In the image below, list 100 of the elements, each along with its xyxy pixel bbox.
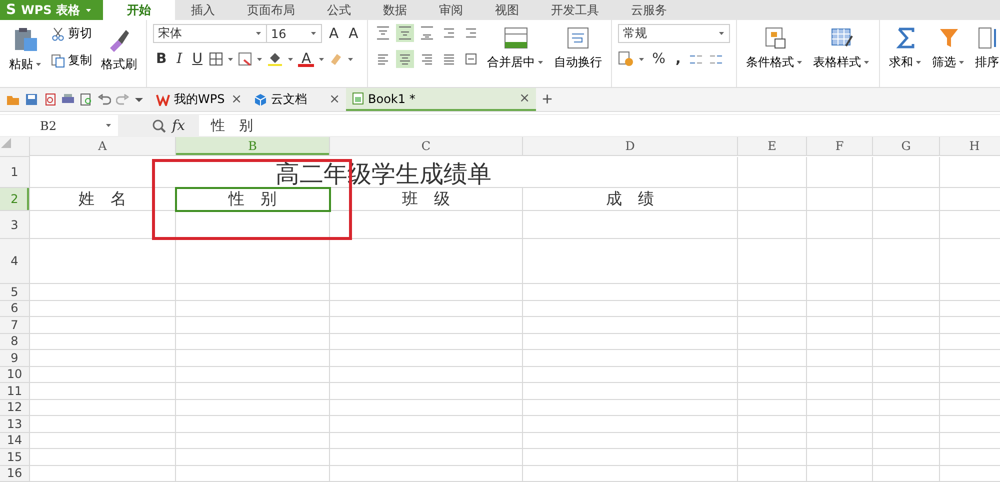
font-name-field[interactable]: 宋体 [153, 24, 267, 43]
sum-button[interactable]: 求和 [886, 24, 926, 73]
conditional-format-button[interactable]: 条件格式 [743, 24, 806, 73]
fill-color-icon[interactable] [267, 52, 284, 66]
undo-icon[interactable] [98, 94, 111, 106]
caret-icon[interactable] [227, 56, 234, 62]
function-button[interactable]: fx [166, 118, 200, 134]
menu-tab[interactable]: 页面布局 [231, 0, 311, 20]
merge-center-button[interactable]: 合并居中 [484, 24, 548, 73]
cell-format-icon[interactable] [238, 52, 252, 66]
currency-icon[interactable] [618, 51, 634, 67]
save-icon[interactable] [25, 93, 38, 106]
caret-icon[interactable] [84, 8, 92, 12]
name-box[interactable]: B2 [0, 115, 118, 136]
caret-icon[interactable] [35, 62, 42, 67]
caret-icon[interactable] [915, 60, 922, 65]
caret-icon[interactable] [718, 31, 726, 36]
bold-button[interactable]: B [153, 51, 170, 67]
empty-cell [873, 400, 940, 416]
format-painter-button[interactable]: 格式刷 [98, 24, 140, 75]
column-header[interactable]: F [807, 137, 873, 156]
menu-tab[interactable]: 插入 [175, 0, 231, 20]
menu-tab[interactable]: 视图 [479, 0, 535, 20]
row-header[interactable]: 9 [0, 350, 30, 366]
italic-button[interactable]: I [174, 51, 186, 67]
caret-icon[interactable] [287, 56, 294, 62]
caret-icon[interactable] [310, 31, 317, 36]
dropdown-icon[interactable] [134, 96, 144, 102]
row-header[interactable]: 16 [0, 466, 30, 482]
column-header[interactable]: A [30, 137, 176, 156]
paste-button[interactable]: 粘贴 [6, 24, 45, 75]
table-cell: 性 别 [176, 188, 330, 211]
row-header[interactable]: 15 [0, 449, 30, 466]
zoom-icon[interactable] [152, 118, 166, 132]
menu-tab[interactable]: 开发工具 [535, 0, 615, 20]
borders-icon[interactable] [209, 52, 224, 66]
caret-icon[interactable] [318, 56, 326, 62]
row-header[interactable]: 12 [0, 400, 30, 416]
increase-font-button[interactable]: A [326, 26, 342, 42]
empty-cell [873, 383, 940, 400]
menu-tab[interactable]: 开始 [103, 0, 175, 20]
new-tab-button[interactable]: + [536, 89, 559, 110]
row-header[interactable]: 14 [0, 432, 30, 449]
row-header[interactable]: 11 [0, 383, 30, 400]
row-header[interactable]: 4 [0, 239, 30, 284]
row-header[interactable]: 5 [0, 284, 30, 300]
percent-button[interactable]: % [649, 51, 668, 67]
caret-icon[interactable] [638, 56, 646, 62]
menu-tab[interactable]: 审阅 [423, 0, 479, 20]
copy-button[interactable]: 复制 [49, 51, 94, 70]
app-menu-button[interactable]: S WPS 表格 [0, 0, 103, 20]
menu-tab[interactable]: 云服务 [615, 0, 683, 20]
row-header[interactable]: 3 [0, 211, 30, 239]
caret-icon[interactable] [537, 60, 544, 65]
export-pdf-icon[interactable] [43, 93, 56, 106]
number-format-field[interactable]: 常规 [618, 24, 730, 43]
print-icon[interactable] [61, 93, 75, 106]
font-size-field[interactable]: 16 [266, 24, 322, 43]
table-cell: 班 级 [330, 188, 523, 211]
cut-button[interactable]: 剪切 [49, 24, 94, 43]
column-header[interactable]: D [523, 137, 738, 156]
cube-icon [254, 93, 267, 106]
caret-icon[interactable] [347, 56, 354, 62]
print-preview-icon[interactable] [80, 93, 93, 106]
formula-field[interactable]: 性 别 [199, 115, 1000, 136]
empty-cell [738, 400, 807, 416]
justify-icon [442, 52, 456, 66]
menu-tab[interactable]: 数据 [367, 0, 423, 20]
column-header[interactable]: H [940, 137, 1000, 156]
thousands-separator-button[interactable]: , [672, 51, 684, 67]
caret-icon[interactable] [863, 60, 870, 65]
font-color-button[interactable]: A [298, 51, 314, 67]
document-tab[interactable]: 云文档 × [248, 88, 346, 111]
row-header[interactable]: 8 [0, 334, 30, 350]
document-tab[interactable]: Book1 * × [346, 88, 536, 111]
row-header[interactable]: 10 [0, 366, 30, 383]
caret-icon[interactable] [796, 60, 804, 65]
caret-icon[interactable] [105, 123, 112, 128]
alignment-button[interactable] [396, 50, 414, 68]
decrease-font-button[interactable]: A [346, 26, 362, 42]
table-style-button[interactable]: 表格样式 [810, 24, 874, 73]
sort-button[interactable]: 排序 [972, 24, 1000, 73]
wrap-text-button[interactable]: 自动换行 [551, 24, 606, 73]
menu-tab[interactable]: 公式 [311, 0, 367, 20]
row-header[interactable]: 1 [0, 157, 30, 188]
alignment-button[interactable] [396, 24, 414, 42]
empty-cell [873, 284, 940, 300]
caret-icon[interactable] [958, 60, 966, 65]
column-header[interactable]: C [330, 137, 523, 156]
row-header[interactable]: 7 [0, 317, 30, 334]
underline-button[interactable]: U [189, 51, 206, 67]
column-header[interactable]: E [738, 137, 807, 156]
row-header[interactable]: 6 [0, 300, 30, 317]
row-header[interactable]: 13 [0, 416, 30, 432]
document-tab[interactable]: 我的WPS × [150, 88, 248, 111]
caret-icon[interactable] [255, 31, 262, 36]
filter-button[interactable]: 筛选 [929, 24, 968, 73]
spreadsheet-file-icon [352, 92, 364, 105]
column-header[interactable]: G [873, 137, 940, 156]
caret-icon[interactable] [256, 56, 264, 62]
